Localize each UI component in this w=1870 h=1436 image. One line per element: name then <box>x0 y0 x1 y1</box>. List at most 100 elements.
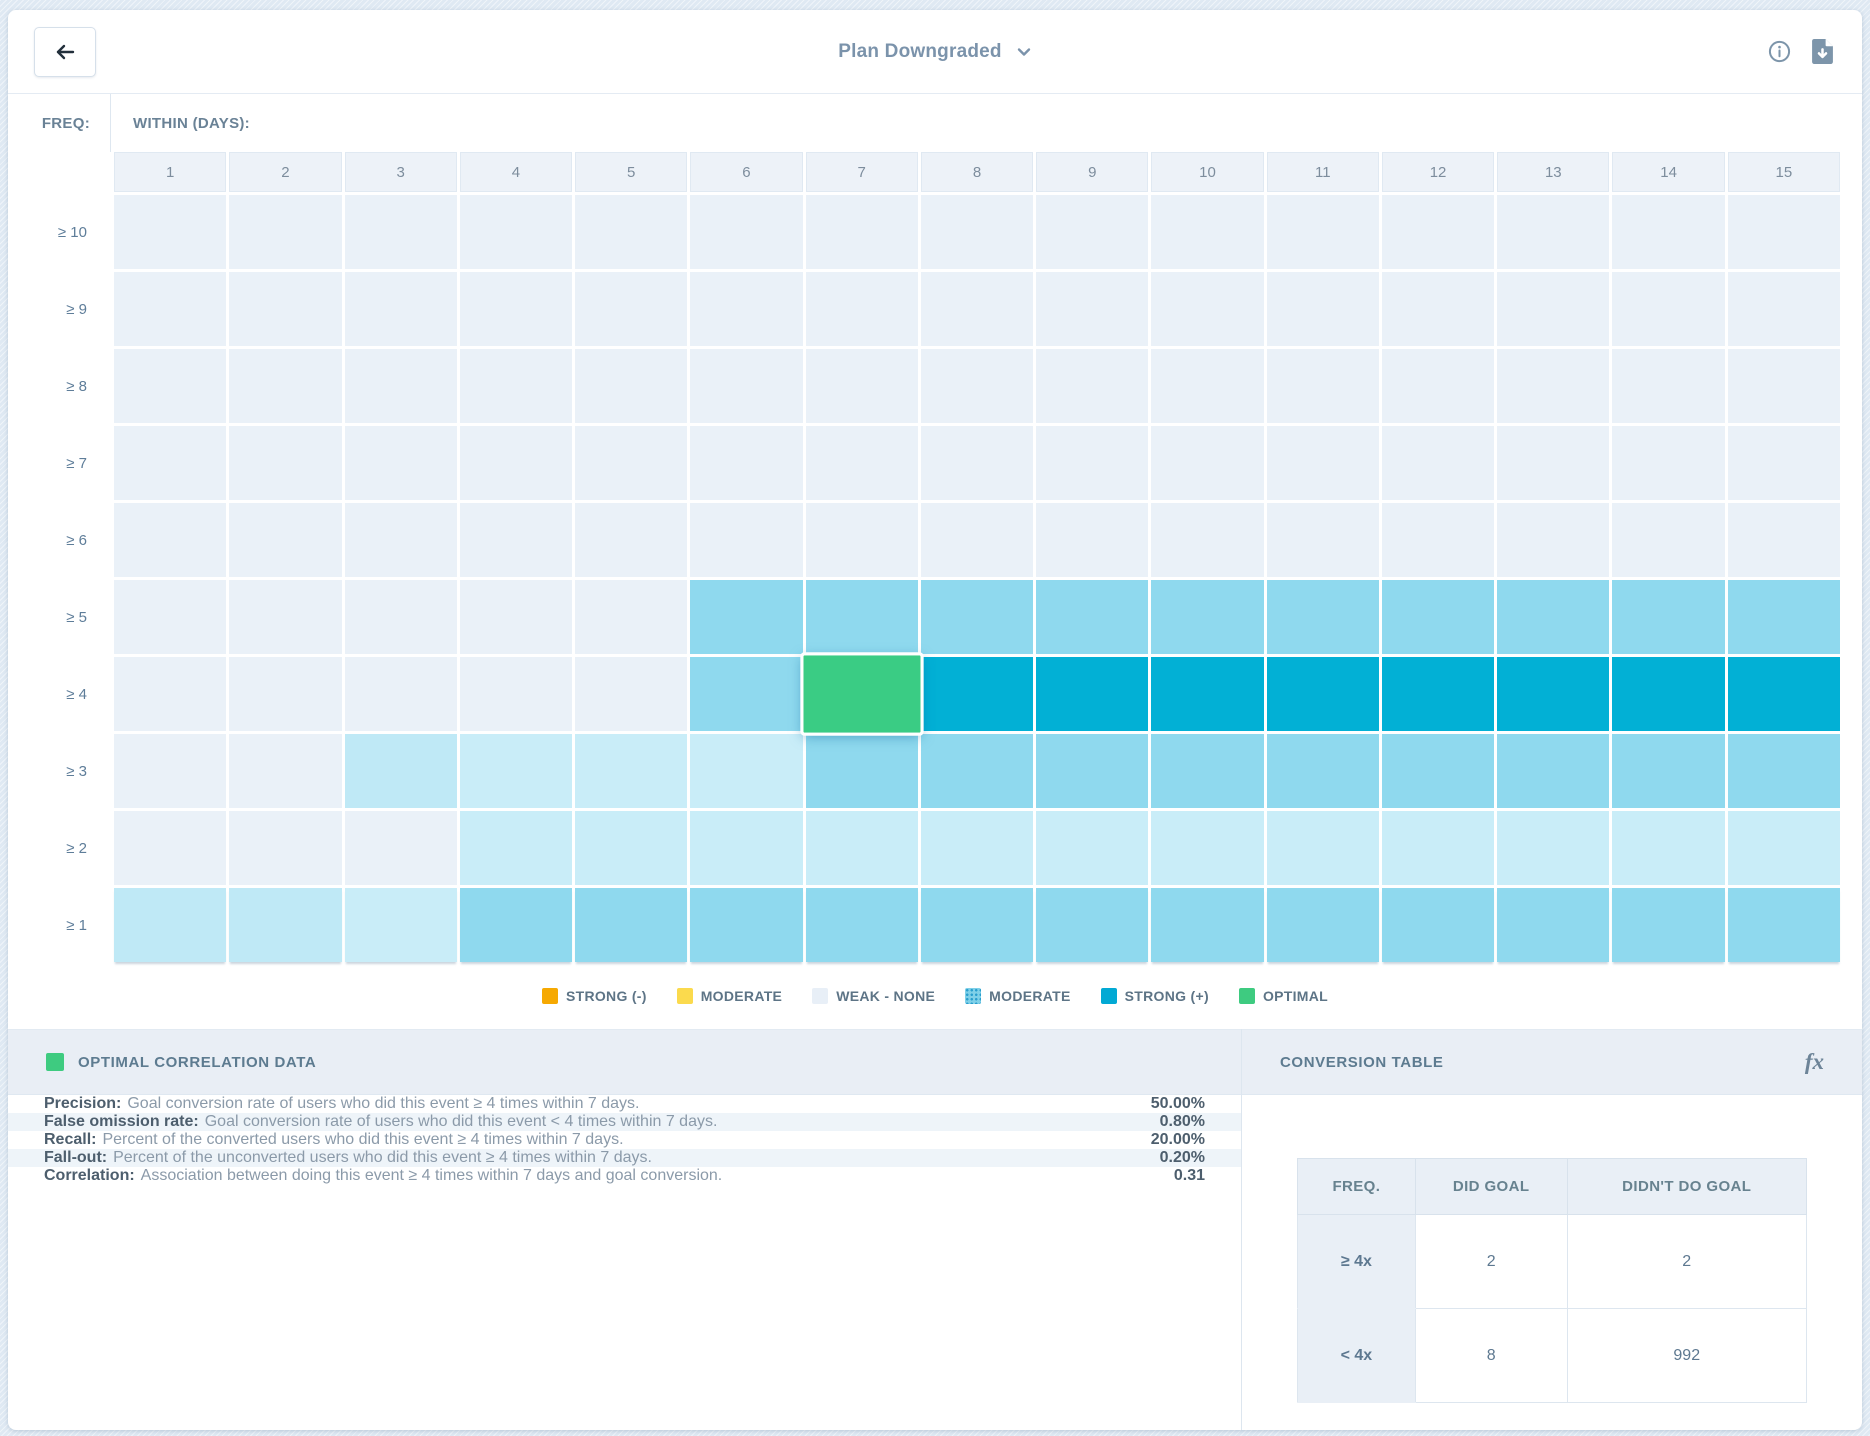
heatmap-cell[interactable] <box>1497 349 1609 423</box>
heatmap-cell[interactable] <box>690 272 802 346</box>
heatmap-cell[interactable] <box>1497 580 1609 654</box>
heatmap-cell[interactable] <box>575 426 687 500</box>
heatmap-cell[interactable] <box>1382 657 1494 731</box>
heatmap-cell[interactable] <box>1728 349 1840 423</box>
heatmap-cell[interactable] <box>1728 195 1840 269</box>
heatmap-cell[interactable] <box>1612 811 1724 885</box>
heatmap-cell[interactable] <box>229 657 341 731</box>
info-button[interactable] <box>1768 40 1791 63</box>
heatmap-cell[interactable] <box>1497 503 1609 577</box>
heatmap-cell[interactable] <box>1497 888 1609 962</box>
heatmap-cell[interactable] <box>921 349 1033 423</box>
heatmap-cell[interactable] <box>460 811 572 885</box>
heatmap-cell[interactable] <box>1612 734 1724 808</box>
heatmap-cell[interactable] <box>1151 426 1263 500</box>
heatmap-cell[interactable] <box>1612 657 1724 731</box>
heatmap-cell[interactable] <box>1728 657 1840 731</box>
heatmap-cell[interactable] <box>921 426 1033 500</box>
heatmap-cell[interactable] <box>1382 734 1494 808</box>
heatmap-cell[interactable] <box>1267 195 1379 269</box>
heatmap-cell[interactable] <box>1497 657 1609 731</box>
heatmap-cell[interactable] <box>575 503 687 577</box>
heatmap-cell[interactable] <box>1728 503 1840 577</box>
heatmap-cell[interactable] <box>1728 426 1840 500</box>
heatmap-cell[interactable] <box>575 734 687 808</box>
heatmap-cell[interactable] <box>114 580 226 654</box>
heatmap-cell[interactable] <box>1382 272 1494 346</box>
heatmap-cell[interactable] <box>460 657 572 731</box>
heatmap-cell[interactable] <box>1151 657 1263 731</box>
heatmap-cell[interactable] <box>114 888 226 962</box>
heatmap-cell[interactable] <box>229 503 341 577</box>
heatmap-cell[interactable] <box>345 195 457 269</box>
heatmap-cell[interactable] <box>1728 272 1840 346</box>
heatmap-cell[interactable] <box>690 195 802 269</box>
heatmap-cell[interactable] <box>1382 580 1494 654</box>
heatmap-cell[interactable] <box>1036 888 1148 962</box>
heatmap-cell[interactable] <box>1612 195 1724 269</box>
heatmap-cell[interactable] <box>575 580 687 654</box>
heatmap-cell[interactable] <box>690 734 802 808</box>
heatmap-cell[interactable] <box>1612 888 1724 962</box>
heatmap-cell[interactable] <box>806 503 918 577</box>
heatmap-cell[interactable] <box>229 734 341 808</box>
heatmap-cell[interactable] <box>1612 426 1724 500</box>
heatmap-cell[interactable] <box>1036 195 1148 269</box>
heatmap-cell[interactable] <box>1728 580 1840 654</box>
heatmap-cell[interactable] <box>1036 503 1148 577</box>
heatmap-cell[interactable] <box>575 272 687 346</box>
heatmap-cell[interactable] <box>1728 734 1840 808</box>
heatmap-cell[interactable] <box>921 195 1033 269</box>
heatmap-cell[interactable] <box>690 811 802 885</box>
heatmap-cell[interactable] <box>806 272 918 346</box>
heatmap-cell[interactable] <box>229 811 341 885</box>
heatmap-cell[interactable] <box>460 426 572 500</box>
heatmap-cell[interactable] <box>229 580 341 654</box>
heatmap-cell[interactable] <box>1036 349 1148 423</box>
heatmap-cell[interactable] <box>345 657 457 731</box>
heatmap-cell[interactable] <box>1612 503 1724 577</box>
heatmap-cell[interactable] <box>1612 349 1724 423</box>
heatmap-cell[interactable] <box>229 272 341 346</box>
heatmap-cell[interactable] <box>1151 580 1263 654</box>
heatmap-cell[interactable] <box>460 195 572 269</box>
heatmap-cell[interactable] <box>1151 734 1263 808</box>
heatmap-cell[interactable] <box>229 195 341 269</box>
heatmap-cell[interactable] <box>1728 888 1840 962</box>
heatmap-cell[interactable] <box>575 657 687 731</box>
heatmap-cell[interactable] <box>345 811 457 885</box>
heatmap-cell[interactable] <box>1151 888 1263 962</box>
heatmap-cell[interactable] <box>690 349 802 423</box>
heatmap-cell-optimal-selected[interactable] <box>803 655 920 732</box>
heatmap-cell[interactable] <box>345 734 457 808</box>
heatmap-cell[interactable] <box>1036 272 1148 346</box>
heatmap-cell[interactable] <box>806 811 918 885</box>
heatmap-cell[interactable] <box>1382 503 1494 577</box>
heatmap-cell[interactable] <box>345 503 457 577</box>
heatmap-cell[interactable] <box>345 426 457 500</box>
event-selector[interactable]: Plan Downgraded <box>838 41 1031 63</box>
heatmap-cell[interactable] <box>1036 734 1148 808</box>
heatmap-cell[interactable] <box>1151 195 1263 269</box>
heatmap-cell[interactable] <box>690 426 802 500</box>
heatmap-cell[interactable] <box>1497 426 1609 500</box>
heatmap-cell[interactable] <box>1728 811 1840 885</box>
heatmap-cell[interactable] <box>806 195 918 269</box>
heatmap-cell[interactable] <box>114 426 226 500</box>
heatmap-cell[interactable] <box>921 272 1033 346</box>
heatmap-cell[interactable] <box>806 888 918 962</box>
heatmap-cell[interactable] <box>460 734 572 808</box>
heatmap-cell[interactable] <box>690 888 802 962</box>
heatmap-cell[interactable] <box>1382 888 1494 962</box>
heatmap-cell[interactable] <box>806 349 918 423</box>
heatmap-cell[interactable] <box>114 811 226 885</box>
heatmap-cell[interactable] <box>345 888 457 962</box>
heatmap-cell[interactable] <box>921 503 1033 577</box>
heatmap-cell[interactable] <box>460 888 572 962</box>
heatmap-cell[interactable] <box>229 426 341 500</box>
heatmap-cell[interactable] <box>229 888 341 962</box>
heatmap-cell[interactable] <box>1497 272 1609 346</box>
heatmap-cell[interactable] <box>575 888 687 962</box>
heatmap-cell[interactable] <box>1267 657 1379 731</box>
heatmap-cell[interactable] <box>229 349 341 423</box>
